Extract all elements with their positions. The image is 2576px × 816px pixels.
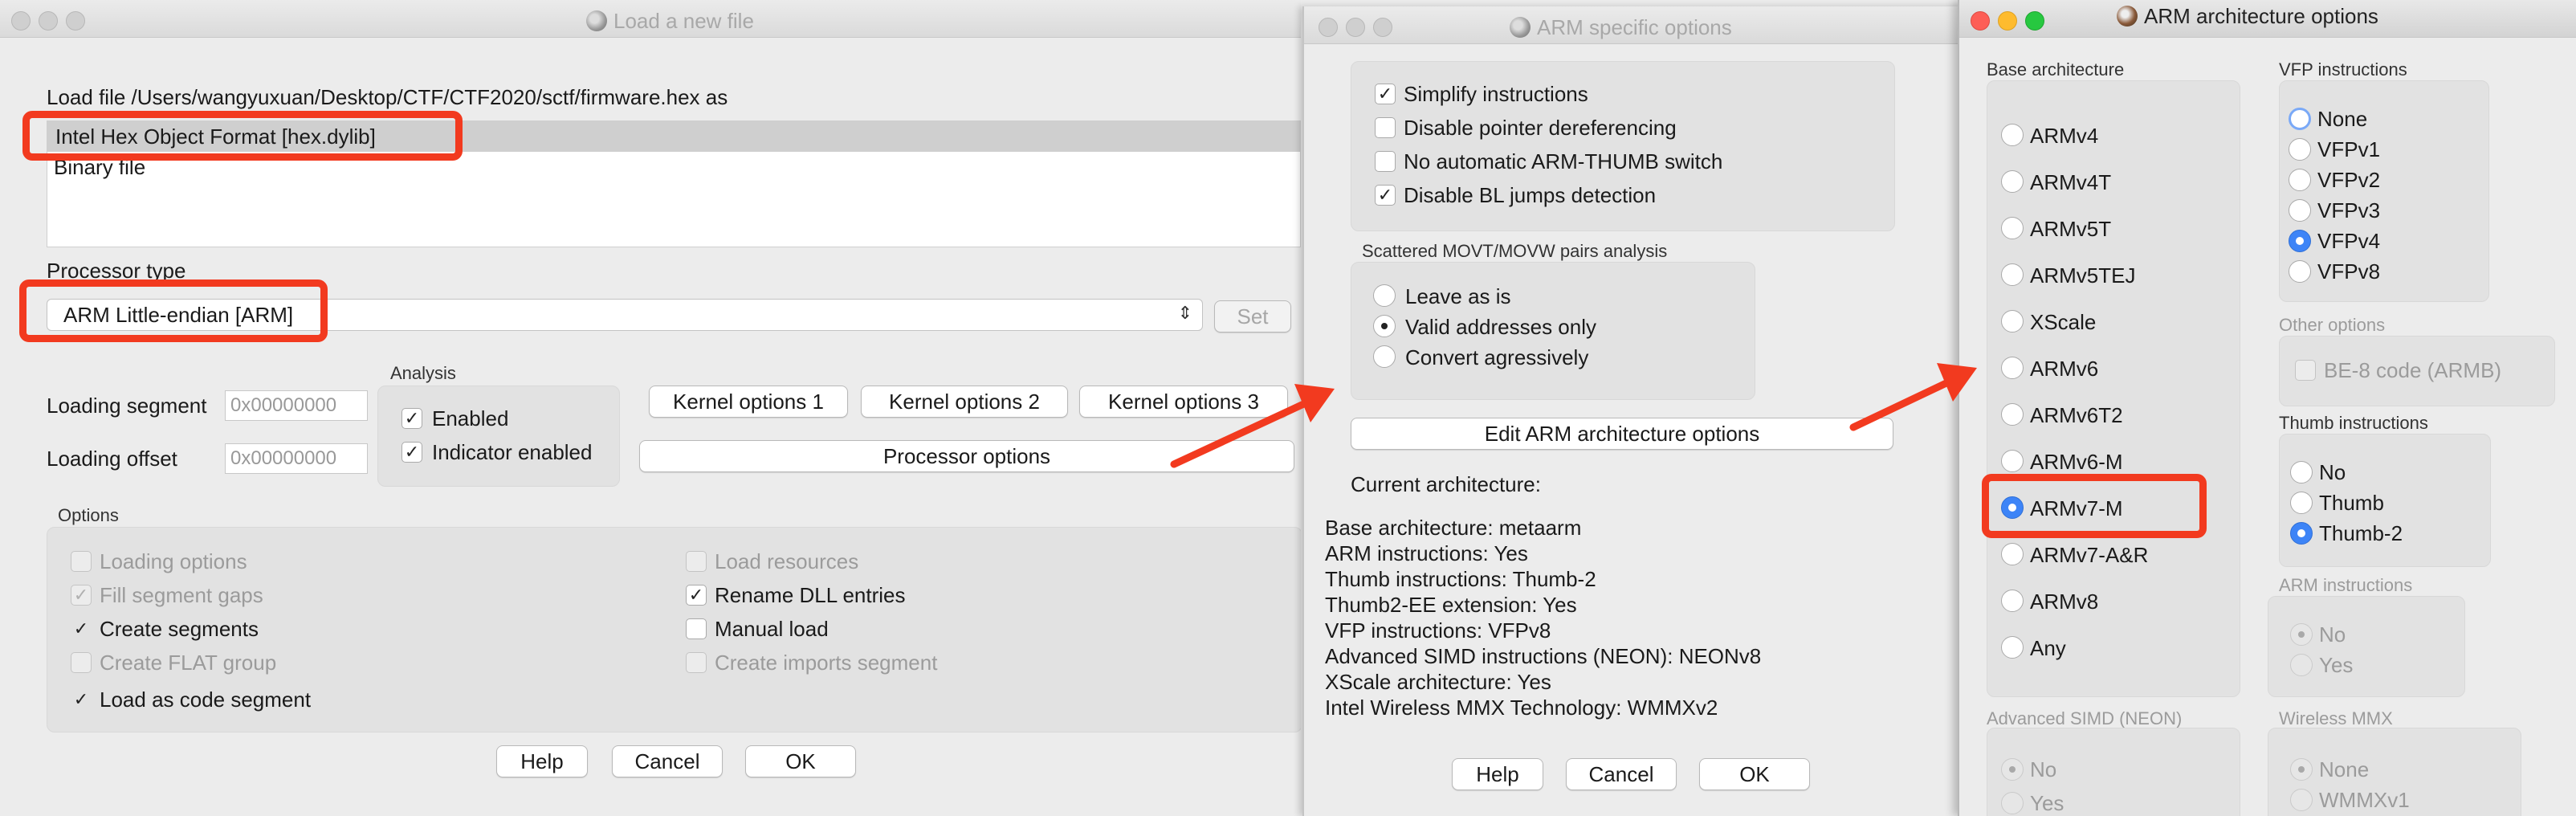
arrow-to-arm-arch	[1849, 363, 1977, 431]
arrow-to-arm-specific	[1170, 384, 1335, 468]
annotation-arrows	[1170, 363, 1977, 468]
